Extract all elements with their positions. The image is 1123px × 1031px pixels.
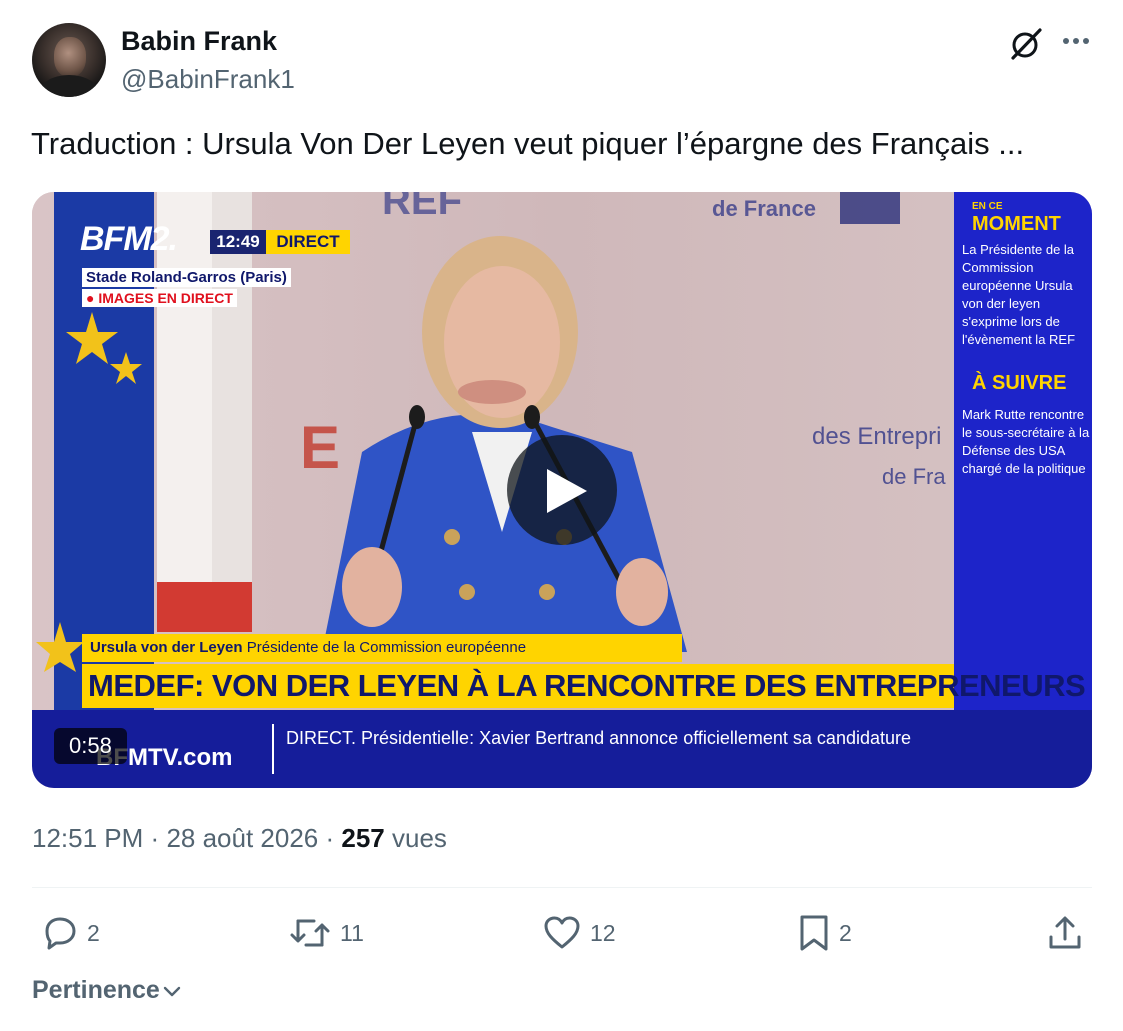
meta-separator: ·	[325, 823, 335, 853]
svg-text:des Entrepri: des Entrepri	[812, 423, 941, 450]
like-button[interactable]: 12	[542, 913, 616, 953]
tweet-text: Traduction : Ursula Von Der Leyen veut p…	[31, 126, 1025, 161]
tv-side-heading-now: MOMENT	[972, 213, 1061, 235]
tv-live-badge: DIRECT	[266, 230, 350, 254]
svg-text:E: E	[300, 414, 340, 481]
meta-separator: ·	[150, 823, 160, 853]
tv-ticker-text: DIRECT. Présidentielle: Xavier Bertrand …	[286, 728, 911, 748]
grok-icon[interactable]	[1006, 24, 1046, 64]
reply-button[interactable]: 2	[39, 913, 100, 953]
bookmark-button[interactable]: 2	[797, 913, 852, 953]
chevron-down-icon	[163, 986, 181, 996]
tweet-date[interactable]: 28 août 2026	[166, 823, 318, 853]
video-player[interactable]: REF de France des Entrepri de Fra E BFM2…	[32, 192, 1092, 788]
share-button[interactable]	[1046, 913, 1084, 953]
divider	[32, 887, 1092, 888]
tv-side-kicker: EN CE	[972, 201, 1003, 212]
heart-icon	[544, 916, 580, 949]
avatar[interactable]	[32, 23, 106, 97]
tv-headline: MEDEF: VON DER LEYEN À LA RENCONTRE DES …	[82, 664, 1086, 708]
tv-side-body-next: Mark Rutte rencontre le sous-secrétaire …	[962, 407, 1090, 476]
tv-location: Stade Roland-Garros (Paris)	[82, 268, 291, 287]
views-label: vues	[392, 823, 447, 853]
sort-label: Pertinence	[32, 976, 160, 1004]
avatar-shoulders	[38, 75, 100, 97]
avatar-face	[54, 37, 86, 77]
more-icon[interactable]	[1058, 26, 1094, 56]
tv-ticker-divider	[272, 724, 274, 774]
reply-count: 2	[87, 919, 100, 946]
tv-caption-name: Ursula von der Leyen	[90, 639, 243, 656]
author-handle[interactable]: @BabinFrank1	[121, 64, 295, 95]
tweet-meta: 12:51 PM · 28 août 2026 · 257 vues	[32, 823, 447, 854]
svg-text:de France: de France	[712, 196, 816, 221]
reply-icon	[45, 917, 76, 950]
repost-icon	[290, 919, 330, 947]
svg-text:REF: REF	[382, 192, 462, 223]
tv-caption-role: Présidente de la Commission européenne	[246, 639, 527, 656]
tv-images-label: ● IMAGES EN DIRECT	[82, 289, 237, 307]
video-duration: 0:58	[54, 728, 127, 764]
repost-button[interactable]: 11	[288, 913, 364, 953]
tv-side-heading-next: À SUIVRE	[972, 372, 1067, 394]
share-icon	[1049, 916, 1081, 949]
tv-name-caption: Ursula von der Leyen Présidente de la Co…	[82, 634, 682, 662]
tweet-time[interactable]: 12:51 PM	[32, 823, 143, 853]
repost-count: 11	[340, 919, 364, 946]
views-count: 257	[341, 823, 385, 853]
svg-text:de Fra: de Fra	[882, 464, 946, 489]
bookmark-icon	[800, 915, 828, 951]
tv-clock: 12:49	[210, 230, 266, 254]
like-count: 12	[590, 919, 616, 946]
play-icon	[547, 469, 587, 513]
sort-dropdown[interactable]: Pertinence	[32, 976, 182, 1005]
tv-side-body-now: La Présidente de la Commission européenn…	[962, 242, 1076, 347]
bookmark-count: 2	[839, 919, 852, 946]
author-name[interactable]: Babin Frank	[121, 26, 277, 57]
play-button[interactable]	[507, 435, 617, 545]
tv-channel-logo: BFM2.	[80, 220, 178, 258]
